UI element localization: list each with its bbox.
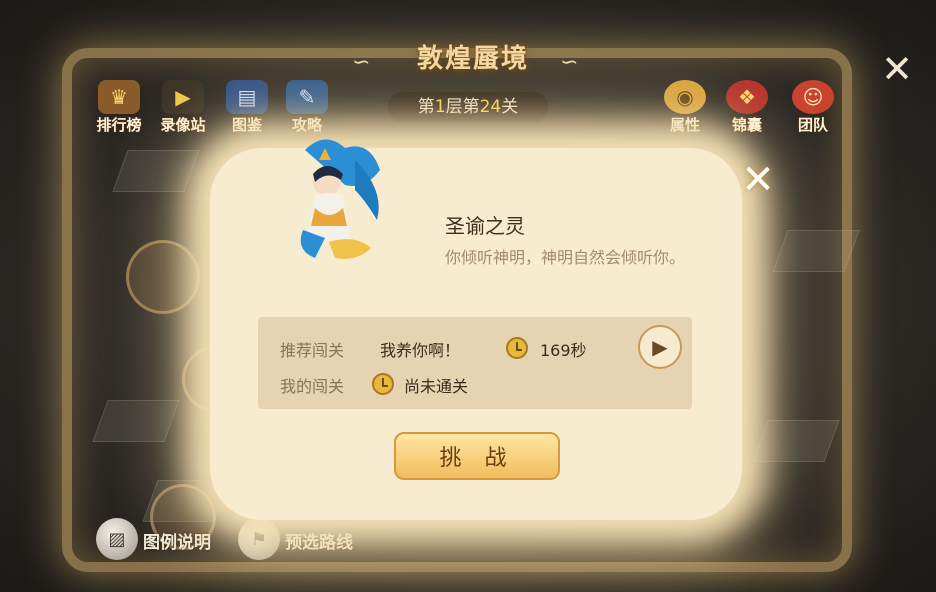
team-label: 团队	[797, 116, 828, 134]
close-map-button[interactable]: ✕	[880, 50, 914, 88]
record-panel: 推荐闯关 我养你啊！ 169秒 我的闯关 尚未通关	[258, 317, 692, 409]
recommended-label: 推荐闯关	[280, 341, 345, 360]
recommended-time: 169秒	[540, 341, 587, 360]
my-record-status: 尚未通关	[404, 377, 469, 396]
character-name: 圣谕之灵	[445, 214, 525, 238]
codex-label: 图鉴	[231, 116, 262, 134]
attribute-label: 属性	[669, 116, 700, 134]
my-record-label: 我的闯关	[280, 377, 345, 396]
legend-icon[interactable]: ▨	[96, 518, 138, 560]
replay-button[interactable]: ▶ 录像站	[152, 80, 214, 138]
leaderboard-label: 排行榜	[96, 116, 142, 134]
level-suffix: 关	[501, 97, 519, 117]
character-portrait	[300, 139, 380, 259]
replay-label: 录像站	[160, 116, 206, 134]
pouch-button[interactable]: ❖ 锦囊	[716, 80, 778, 138]
attribute-icon: ◉	[664, 80, 706, 114]
clock-icon	[372, 373, 394, 395]
play-icon: ▶	[652, 335, 668, 359]
guide-icon: ✎	[286, 80, 328, 114]
level-stage: 24	[479, 97, 502, 117]
clock-icon	[506, 337, 528, 359]
pouch-label: 锦囊	[731, 116, 762, 134]
attribute-button[interactable]: ◉ 属性	[654, 80, 716, 138]
route-label[interactable]: 预选路线	[285, 528, 353, 553]
map-title: 敦煌蜃境	[416, 43, 529, 74]
team-button[interactable]: ☺ 团队	[782, 80, 844, 138]
trophy-icon: ♛	[98, 80, 140, 114]
level-floor: 1	[434, 97, 446, 117]
recommended-player: 我养你啊！	[380, 341, 461, 360]
codex-button[interactable]: ▤ 图鉴	[216, 80, 278, 138]
book-icon: ▤	[226, 80, 268, 114]
flag-icon[interactable]: ⚑	[238, 518, 280, 560]
team-icon: ☺	[792, 80, 834, 114]
leaderboard-button[interactable]: ♛ 排行榜	[88, 80, 150, 138]
camera-icon: ▶	[162, 80, 204, 114]
level-indicator: 第1层第24关	[388, 92, 548, 122]
challenge-button[interactable]: 挑 战	[394, 432, 560, 480]
character-description: 你倾听神明，神明自然会倾听你。	[445, 248, 686, 267]
pouch-icon: ❖	[726, 80, 768, 114]
level-prefix: 第	[417, 97, 435, 117]
level-mid: 层第	[445, 97, 480, 117]
close-dialog-button[interactable]: ✕	[740, 160, 776, 200]
map-node[interactable]	[126, 240, 200, 314]
legend-label[interactable]: 图例说明	[143, 528, 211, 553]
play-replay-button[interactable]: ▶	[638, 325, 682, 369]
title-ornament-right: ∽	[560, 50, 579, 75]
